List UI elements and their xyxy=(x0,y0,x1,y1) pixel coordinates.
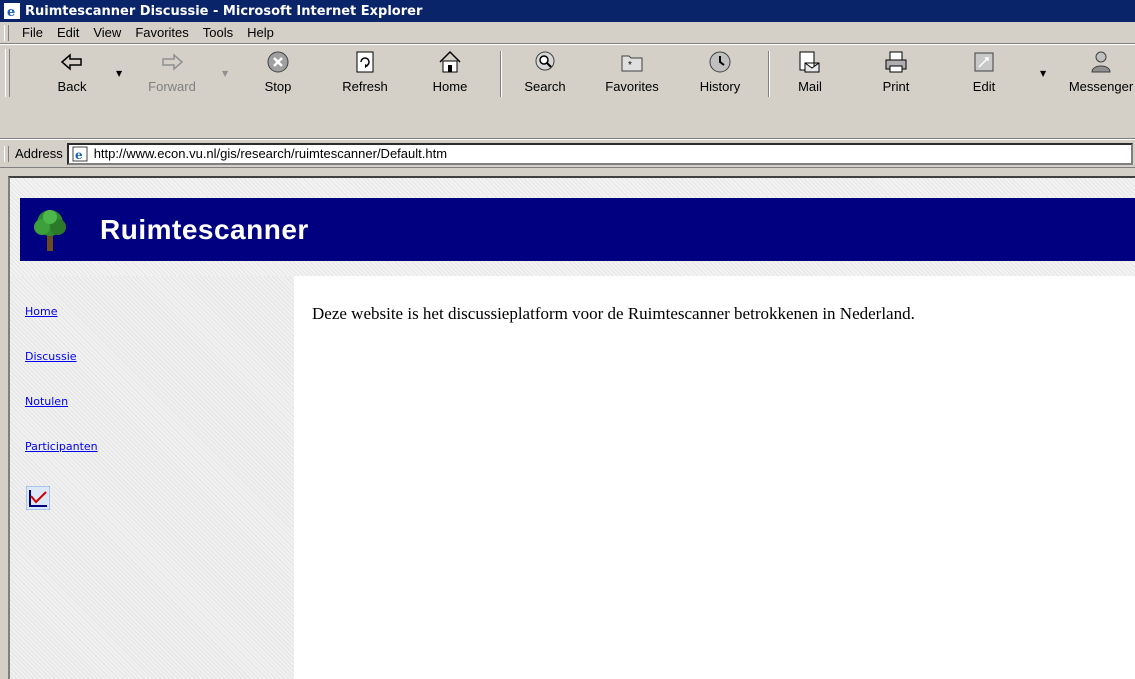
menu-grip xyxy=(4,24,9,41)
forward-label: Forward xyxy=(148,79,196,94)
messenger-button[interactable]: Messenger xyxy=(1068,49,1134,101)
toolbar: Back ▼ Forward ▼ Stop Refresh Home Searc… xyxy=(0,44,1135,139)
back-label: Back xyxy=(57,79,87,94)
edit-dropdown-icon[interactable]: ▼ xyxy=(1040,69,1046,78)
messenger-label: Messenger xyxy=(1068,79,1134,94)
forward-arrow-icon xyxy=(162,53,184,71)
main-content: Deze website is het discussieplatform vo… xyxy=(294,276,1135,679)
stop-button[interactable]: Stop xyxy=(248,49,308,101)
svg-text:e: e xyxy=(7,5,15,19)
stop-icon xyxy=(267,51,289,73)
print-button[interactable]: Print xyxy=(866,49,926,101)
history-icon xyxy=(709,51,731,73)
site-title: Ruimtescanner xyxy=(100,213,309,245)
ie-icon: e xyxy=(4,3,20,19)
edit-button[interactable]: Edit xyxy=(954,49,1014,101)
address-bar: Address e http://www.econ.vu.nl/gis/rese… xyxy=(0,139,1135,168)
nav-link-participanten[interactable]: Participanten xyxy=(25,440,98,453)
toolbar-grip xyxy=(5,49,10,97)
window-title: Ruimtescanner Discussie - Microsoft Inte… xyxy=(25,3,423,19)
page-viewport: Ruimtescanner Home Discussie Notulen Par… xyxy=(8,176,1135,679)
stop-label: Stop xyxy=(264,79,292,94)
search-label: Search xyxy=(524,79,566,94)
site-banner: Ruimtescanner xyxy=(20,198,1135,261)
back-dropdown-icon[interactable]: ▼ xyxy=(116,69,122,78)
nav-link-notulen[interactable]: Notulen xyxy=(25,395,68,408)
forward-button[interactable]: Forward xyxy=(142,49,202,101)
window-titlebar: e Ruimtescanner Discussie - Microsoft In… xyxy=(0,0,1135,22)
toolbar-separator xyxy=(768,51,770,97)
nav-link-discussie[interactable]: Discussie xyxy=(25,350,77,363)
edit-label: Edit xyxy=(972,79,996,94)
history-button[interactable]: History xyxy=(690,49,750,101)
search-icon xyxy=(535,51,555,71)
menu-favorites[interactable]: Favorites xyxy=(128,25,195,40)
page-icon: e xyxy=(72,146,88,162)
home-button[interactable]: Home xyxy=(420,49,480,101)
menu-file[interactable]: File xyxy=(15,25,50,40)
messenger-icon xyxy=(1091,51,1111,73)
menu-bar: File Edit View Favorites Tools Help xyxy=(0,22,1135,44)
menu-help[interactable]: Help xyxy=(240,25,281,40)
print-label: Print xyxy=(882,79,910,94)
mail-icon xyxy=(799,51,820,73)
refresh-icon xyxy=(356,51,374,73)
left-nav: Home Discussie Notulen Participanten xyxy=(10,276,294,679)
menu-view[interactable]: View xyxy=(86,25,128,40)
forward-dropdown-icon[interactable]: ▼ xyxy=(222,69,228,78)
address-url: http://www.econ.vu.nl/gis/research/ruimt… xyxy=(93,146,448,161)
menu-tools[interactable]: Tools xyxy=(196,25,240,40)
favorites-label: Favorites xyxy=(605,79,659,94)
refresh-button[interactable]: Refresh xyxy=(335,49,395,101)
edit-icon xyxy=(974,52,994,72)
chart-icon[interactable] xyxy=(26,486,50,510)
address-grip xyxy=(4,145,9,162)
toolbar-separator xyxy=(500,51,502,97)
history-label: History xyxy=(699,79,741,94)
svg-text:e: e xyxy=(75,148,83,162)
home-label: Home xyxy=(432,79,468,94)
menu-edit[interactable]: Edit xyxy=(50,25,86,40)
nav-link-home[interactable]: Home xyxy=(25,305,57,318)
tree-icon xyxy=(34,209,66,251)
address-input[interactable]: e http://www.econ.vu.nl/gis/research/rui… xyxy=(66,142,1133,165)
search-button[interactable]: Search xyxy=(515,49,575,101)
address-label: Address xyxy=(15,146,63,161)
home-icon xyxy=(439,50,461,73)
refresh-label: Refresh xyxy=(342,79,388,94)
back-button[interactable]: Back xyxy=(42,49,102,101)
mail-button[interactable]: Mail xyxy=(780,49,840,101)
favorites-button[interactable]: * Favorites xyxy=(602,49,662,101)
favorites-icon: * xyxy=(621,55,643,72)
print-icon xyxy=(885,51,907,73)
mail-label: Mail xyxy=(798,79,822,94)
window-frame-left xyxy=(0,168,8,679)
svg-text:*: * xyxy=(628,60,632,71)
back-arrow-icon xyxy=(60,53,82,71)
intro-text: Deze website is het discussieplatform vo… xyxy=(312,304,915,323)
